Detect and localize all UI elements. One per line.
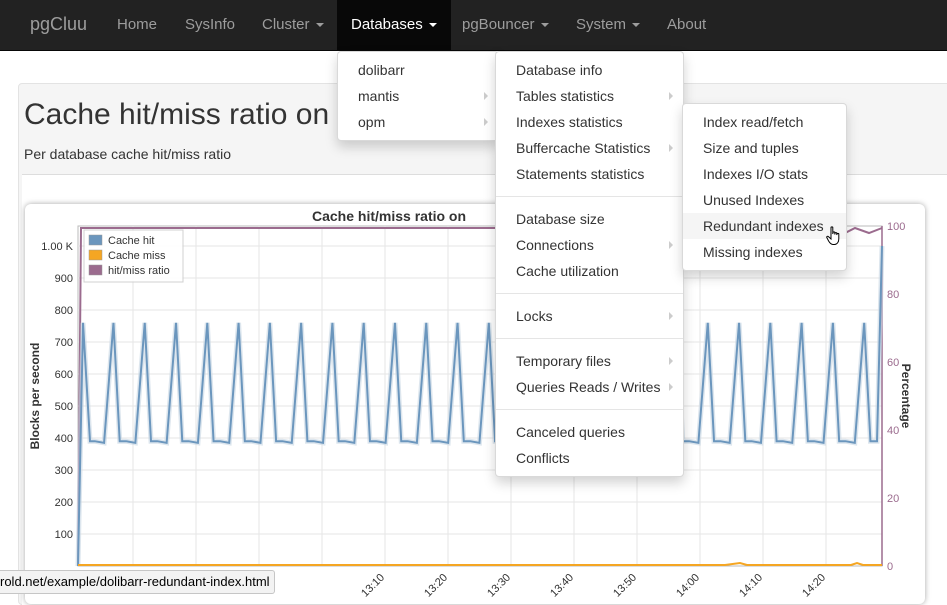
menu-divider [496, 338, 683, 339]
x-tick-label: 13:30 [485, 572, 513, 600]
y-tick-label: 400 [55, 433, 73, 445]
menu-item-missing-indexes[interactable]: Missing indexes [683, 239, 846, 265]
databases-dropdown: dolibarr mantis opm [337, 51, 499, 141]
x-tick-label: 13:10 [359, 572, 387, 600]
y2-tick-label: 20 [887, 493, 899, 505]
series-hit-miss-ratio-line [77, 226, 883, 567]
menu-item-mantis[interactable]: mantis [338, 83, 498, 109]
y-tick-label: 1.00 K [41, 241, 73, 253]
nav-databases[interactable]: Databases [337, 0, 451, 50]
menu-divider [496, 293, 683, 294]
menu-item-dolibarr[interactable]: dolibarr [338, 57, 498, 83]
menu-item-database-size[interactable]: Database size [496, 206, 683, 232]
menu-item-connections[interactable]: Connections [496, 232, 683, 258]
chart-title: Cache hit/miss ratio on [312, 208, 466, 224]
x-tick-label: 14:00 [674, 572, 702, 600]
y2-tick-label: 0 [887, 561, 893, 573]
caret-down-icon [632, 23, 641, 28]
y-tick-label: 200 [55, 497, 73, 509]
legend-label: Cache hit [108, 235, 154, 247]
menu-item-index-read-fetch[interactable]: Index read/fetch [683, 109, 846, 135]
chevron-right-icon [669, 92, 673, 100]
link-status-bar: rold.net/example/dolibarr-redundant-inde… [0, 570, 275, 594]
x-tick-label: 14:20 [800, 572, 828, 600]
y-tick-label: 700 [55, 337, 73, 349]
y2-tick-label: 40 [887, 425, 899, 437]
menu-item-cache-utilization[interactable]: Cache utilization [496, 258, 683, 284]
chevron-right-icon [669, 144, 673, 152]
x-tick-label: 13:40 [548, 572, 576, 600]
chevron-right-icon [484, 118, 488, 126]
nav-sysinfo[interactable]: SysInfo [171, 0, 249, 50]
legend-label: hit/miss ratio [108, 265, 170, 277]
chevron-right-icon [669, 241, 673, 249]
page-title: Cache hit/miss ratio on [24, 98, 330, 131]
nav-system[interactable]: System [562, 0, 654, 50]
top-navbar: pgCluu Home SysInfo Cluster Databases pg… [0, 0, 947, 51]
menu-item-statements-statistics[interactable]: Statements statistics [496, 161, 683, 187]
menu-item-redundant-indexes[interactable]: Redundant indexes [683, 213, 846, 239]
legend-swatch [88, 264, 103, 276]
nav-about[interactable]: About [653, 0, 720, 50]
menu-item-queries-reads-writes[interactable]: Queries Reads / Writes [496, 374, 683, 400]
legend-swatch [88, 249, 103, 261]
menu-item-size-and-tuples[interactable]: Size and tuples [683, 135, 846, 161]
caret-down-icon [428, 23, 437, 28]
nav-cluster[interactable]: Cluster [248, 0, 338, 50]
legend-swatch [88, 234, 103, 246]
y-tick-label: 300 [55, 465, 73, 477]
menu-divider [496, 409, 683, 410]
menu-item-temporary-files[interactable]: Temporary files [496, 348, 683, 374]
y-tick-label: 100 [55, 529, 73, 541]
series-cache-hit-shadow [75, 245, 885, 567]
menu-item-indexes-statistics[interactable]: Indexes statistics [496, 109, 683, 135]
brand-logo[interactable]: pgCluu [30, 14, 87, 35]
menu-item-opm[interactable]: opm [338, 109, 498, 135]
menu-item-conflicts[interactable]: Conflicts [496, 445, 683, 471]
indexes-submenu: Index read/fetch Size and tuples Indexes… [682, 103, 847, 271]
menu-item-database-info[interactable]: Database info [496, 57, 683, 83]
menu-divider [496, 196, 683, 197]
y-axis-label: Blocks per second [28, 343, 42, 450]
menu-item-tables-statistics[interactable]: Tables statistics [496, 83, 683, 109]
hand-cursor-icon [826, 226, 840, 245]
page-subtitle: Per database cache hit/miss ratio [24, 146, 231, 162]
caret-down-icon [540, 23, 549, 28]
menu-item-canceled-queries[interactable]: Canceled queries [496, 419, 683, 445]
x-tick-label: 13:20 [422, 572, 450, 600]
y-tick-label: 800 [55, 305, 73, 317]
series-cache-miss-line [78, 561, 882, 566]
chevron-right-icon [669, 312, 673, 320]
y2-tick-label: 80 [887, 289, 899, 301]
nav-home[interactable]: Home [103, 0, 171, 50]
menu-item-unused-indexes[interactable]: Unused Indexes [683, 187, 846, 213]
y-tick-label: 500 [55, 401, 73, 413]
menu-item-buffercache-statistics[interactable]: Buffercache Statistics [496, 135, 683, 161]
y2-tick-label: 100 [887, 221, 905, 233]
y2-tick-label: 60 [887, 357, 899, 369]
menu-item-indexes-io-stats[interactable]: Indexes I/O stats [683, 161, 846, 187]
plot-frame [77, 225, 883, 567]
database-stats-dropdown: Database info Tables statistics Indexes … [495, 51, 684, 477]
legend-label: Cache miss [108, 250, 166, 262]
x-tick-label: 13:50 [611, 572, 639, 600]
caret-down-icon [315, 23, 324, 28]
chevron-right-icon [669, 357, 673, 365]
x-tick-label: 14:10 [737, 572, 765, 600]
nav-pgbouncer[interactable]: pgBouncer [448, 0, 563, 50]
chevron-right-icon [669, 383, 673, 391]
y-tick-label: 900 [55, 273, 73, 285]
chevron-right-icon [484, 92, 488, 100]
y2-axis-label: Percentage [899, 364, 913, 429]
y-tick-label: 600 [55, 369, 73, 381]
menu-item-locks[interactable]: Locks [496, 303, 683, 329]
